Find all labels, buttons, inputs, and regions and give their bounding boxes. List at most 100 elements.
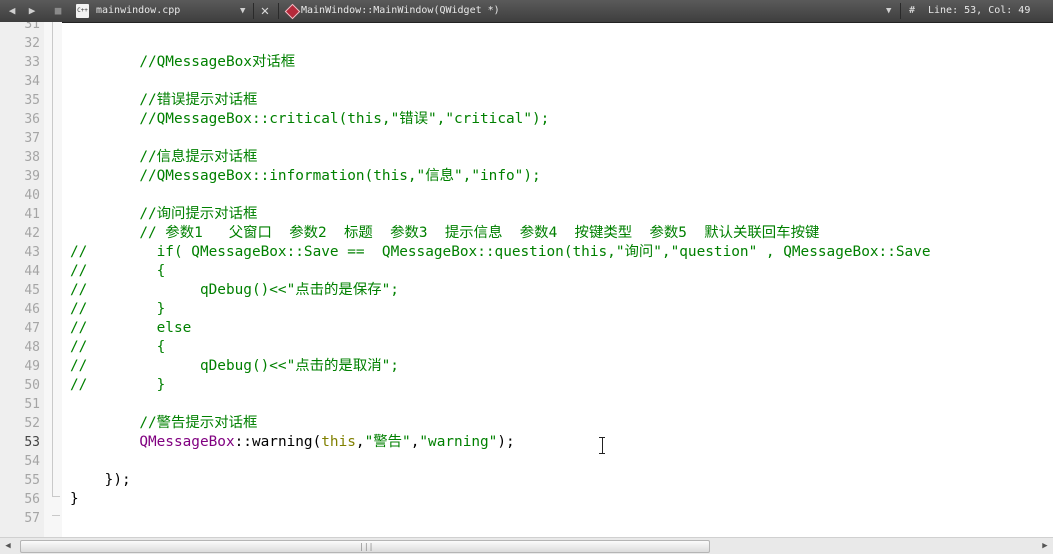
cursor-position-label[interactable]: Line: 53, Col: 49: [928, 0, 1030, 22]
code-line[interactable]: 50 // }: [0, 376, 1053, 395]
lock-icon[interactable]: ■: [50, 0, 66, 22]
symbol-dropdown-icon[interactable]: ▼: [886, 0, 891, 22]
line-number: 48: [24, 340, 40, 355]
line-number: 55: [24, 473, 40, 488]
line-number: 38: [24, 150, 40, 165]
code-line[interactable]: 54: [0, 452, 1053, 471]
code-line[interactable]: 53 QMessageBox::warning(this,"警告","warni…: [0, 433, 1053, 452]
code-line[interactable]: 35 //错误提示对话框: [0, 91, 1053, 110]
code-line[interactable]: 34: [0, 72, 1053, 91]
hash-icon: #: [909, 5, 916, 16]
file-name-combo[interactable]: mainwindow.cpp: [96, 0, 180, 22]
line-number: 47: [24, 321, 40, 336]
text-cursor-icon: [599, 437, 605, 454]
toolbar-separator: [900, 3, 901, 19]
token-comment: // qDebug()<<"点击的是取消";: [70, 358, 399, 374]
line-number: 34: [24, 74, 40, 89]
code-line[interactable]: 37: [0, 129, 1053, 148]
line-number: 39: [24, 169, 40, 184]
token-str: "警告": [364, 434, 411, 450]
line-number: 32: [24, 36, 40, 51]
line-number: 31: [24, 22, 40, 32]
token-type: QMessageBox: [139, 434, 235, 450]
code-text: // else: [70, 319, 191, 338]
editor-toolbar: ◀ ▶ ■ C++ mainwindow.cpp ▼ ✕ MainWindow:…: [0, 0, 1053, 23]
token-comment: // }: [70, 301, 166, 317]
code-line[interactable]: 42 // 参数1 父窗口 参数2 标题 参数3 提示信息 参数4 按键类型 参…: [0, 224, 1053, 243]
token-comment: // {: [70, 263, 166, 279]
file-dropdown-icon[interactable]: ▼: [240, 0, 245, 22]
code-line[interactable]: 41 //询问提示对话框: [0, 205, 1053, 224]
code-line[interactable]: 45 // qDebug()<<"点击的是保存";: [0, 281, 1053, 300]
token-comment: //信息提示对话框: [139, 149, 258, 165]
code-line[interactable]: 44 // {: [0, 262, 1053, 281]
code-line[interactable]: 51: [0, 395, 1053, 414]
cpp-file-icon: C++: [76, 4, 89, 18]
code-line[interactable]: 56}: [0, 490, 1053, 509]
code-line[interactable]: 48 // {: [0, 338, 1053, 357]
token-plain: });: [70, 472, 131, 488]
line-number: 43: [24, 245, 40, 260]
code-text: // }: [70, 300, 165, 319]
line-number: 41: [24, 207, 40, 222]
code-line[interactable]: 49 // qDebug()<<"点击的是取消";: [0, 357, 1053, 376]
code-line[interactable]: 46 // }: [0, 300, 1053, 319]
line-number: 50: [24, 378, 40, 393]
code-line[interactable]: 57: [0, 509, 1053, 528]
token-plain: ,: [355, 434, 365, 450]
code-line[interactable]: 36 //QMessageBox::critical(this,"错误","cr…: [0, 110, 1053, 129]
line-number: 33: [24, 55, 40, 70]
close-document-icon[interactable]: ✕: [256, 0, 274, 22]
code-text: //QMessageBox::critical(this,"错误","criti…: [70, 110, 549, 129]
code-text: //警告提示对话框: [70, 414, 257, 433]
line-number: 37: [24, 131, 40, 146]
code-text: // qDebug()<<"点击的是保存";: [70, 281, 399, 300]
code-line[interactable]: 40: [0, 186, 1053, 205]
toolbar-separator: [278, 3, 279, 19]
token-comment: // {: [70, 339, 166, 355]
code-line[interactable]: 47 // else: [0, 319, 1053, 338]
token-comment: //QMessageBox对话框: [139, 54, 296, 70]
code-editor[interactable]: 31 32 33 //QMessageBox对话框 34 35 //错误提示对话框 36 …: [0, 22, 1053, 537]
horizontal-scrollbar[interactable]: ◀ ||| ▶: [0, 537, 1053, 554]
code-line[interactable]: 38 //信息提示对话框: [0, 148, 1053, 167]
code-line[interactable]: 32: [0, 34, 1053, 53]
line-number: 56: [24, 492, 40, 507]
line-number: 51: [24, 397, 40, 412]
token-comment: // if( QMessageBox::Save == QMessageBox:…: [70, 244, 931, 260]
token-comment: //QMessageBox::information(this,"信息","in…: [139, 168, 541, 184]
scroll-left-icon[interactable]: ◀: [0, 538, 16, 554]
code-text: // qDebug()<<"点击的是取消";: [70, 357, 399, 376]
code-line[interactable]: 33 //QMessageBox对话框: [0, 53, 1053, 72]
forward-icon[interactable]: ▶: [24, 0, 40, 22]
code-line[interactable]: 31: [0, 22, 1053, 34]
code-line[interactable]: 52 //警告提示对话框: [0, 414, 1053, 433]
line-number: 49: [24, 359, 40, 374]
function-symbol-combo[interactable]: MainWindow::MainWindow(QWidget *): [301, 0, 500, 22]
code-text: //QMessageBox::information(this,"信息","in…: [70, 167, 541, 186]
token-comment: //询问提示对话框: [139, 206, 258, 222]
code-line[interactable]: 39 //QMessageBox::information(this,"信息",…: [0, 167, 1053, 186]
code-line[interactable]: 55 });: [0, 471, 1053, 490]
token-comment: //QMessageBox::critical(this,"错误","criti…: [139, 111, 550, 127]
line-number: 46: [24, 302, 40, 317]
scroll-thumb[interactable]: |||: [20, 540, 710, 553]
back-icon[interactable]: ◀: [4, 0, 20, 22]
code-text: // }: [70, 376, 165, 395]
line-number: 36: [24, 112, 40, 127]
token-comment: //警告提示对话框: [139, 415, 258, 431]
code-text: }: [70, 490, 79, 509]
token-plain: );: [497, 434, 515, 450]
code-text: });: [70, 471, 131, 490]
code-line[interactable]: 43 // if( QMessageBox::Save == QMessageBo…: [0, 243, 1053, 262]
scroll-right-icon[interactable]: ▶: [1037, 538, 1053, 554]
line-number: 54: [24, 454, 40, 469]
line-number: 52: [24, 416, 40, 431]
code-text: QMessageBox::warning(this,"警告","warning"…: [70, 433, 515, 452]
